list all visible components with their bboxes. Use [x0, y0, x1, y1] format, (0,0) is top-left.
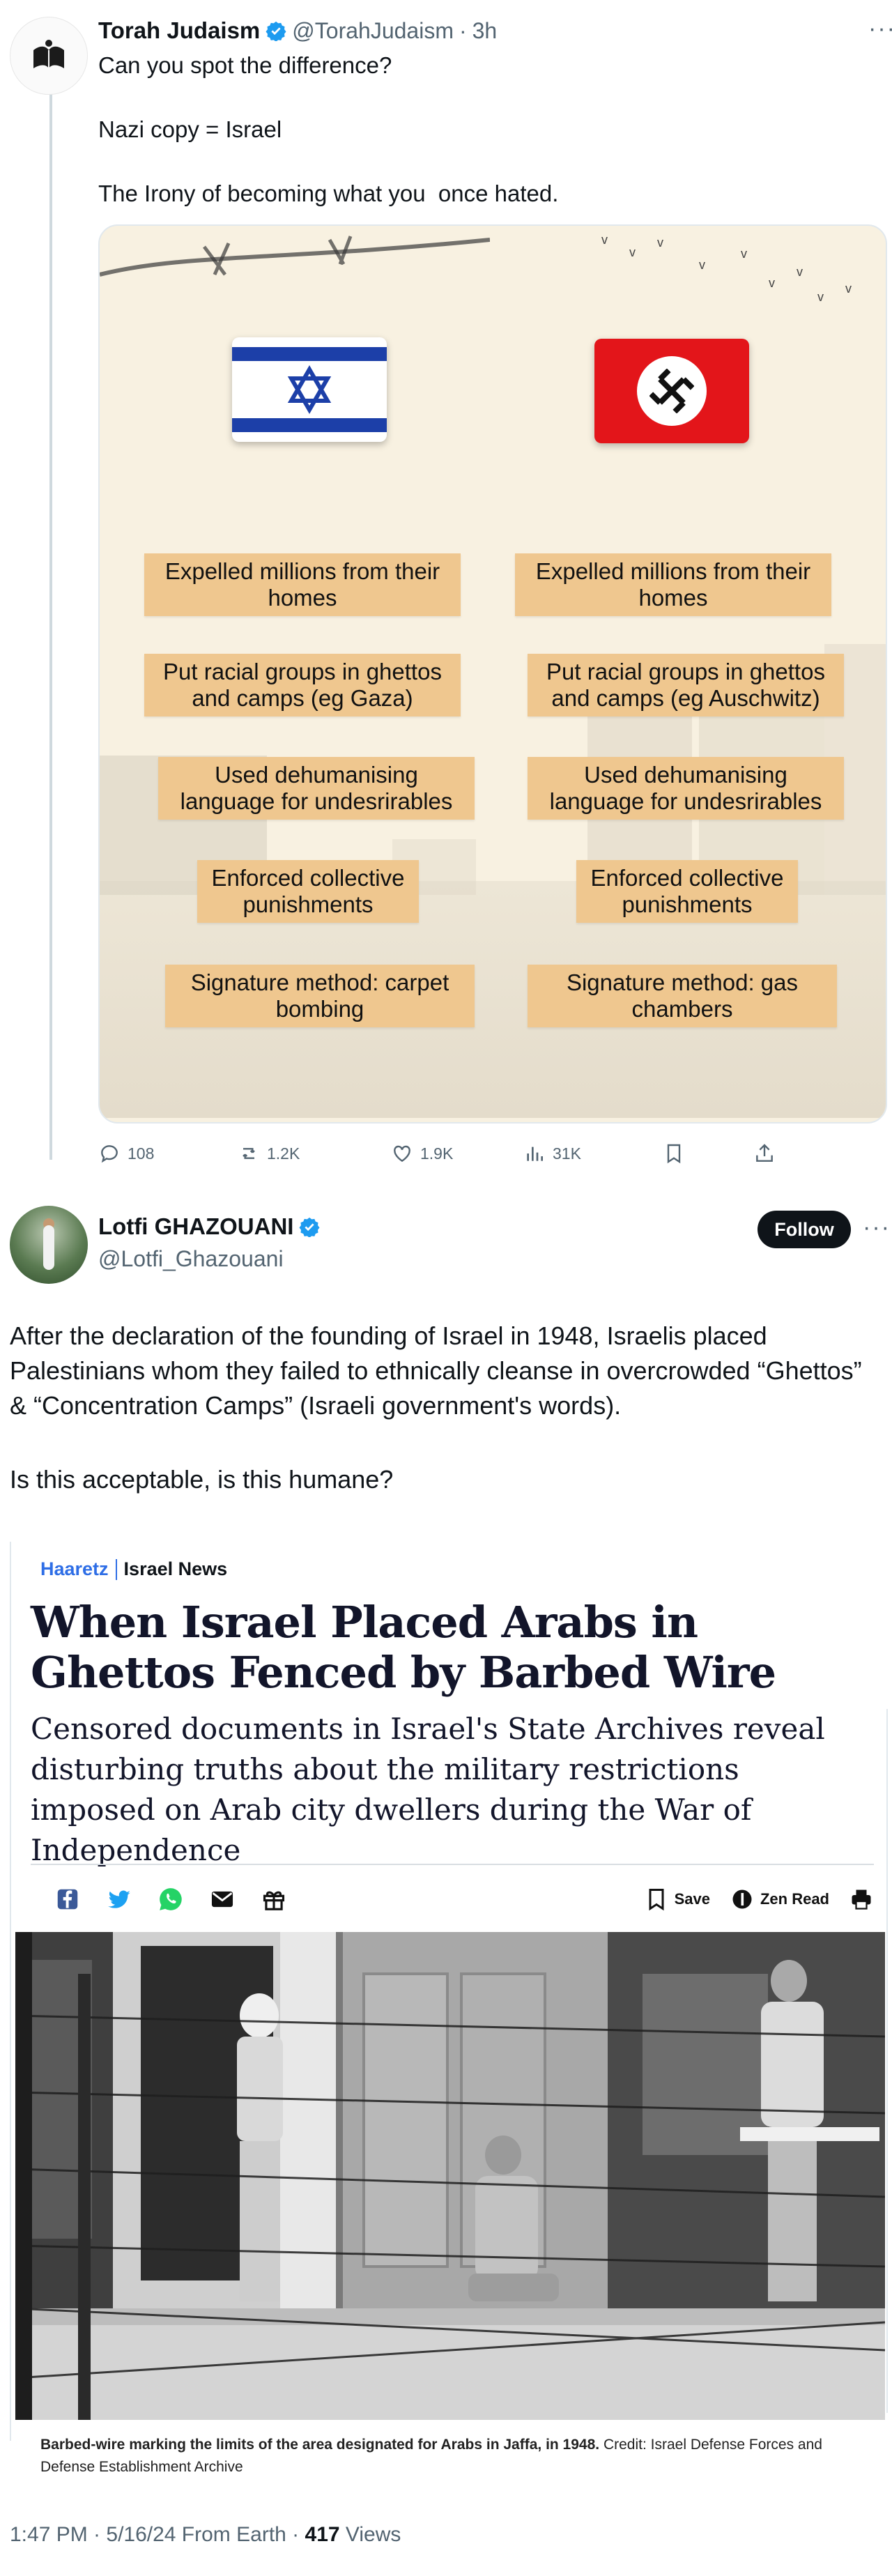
- like-button[interactable]: 1.9K: [391, 1142, 523, 1165]
- repost-count: 1.2K: [267, 1144, 300, 1163]
- follow-button[interactable]: Follow: [758, 1211, 851, 1248]
- comparison-item-right: Put racial groups in ghettos and camps (…: [528, 654, 844, 716]
- author-handle[interactable]: @Lotfi_Ghazouani: [98, 1246, 284, 1272]
- repost-button[interactable]: 1.2K: [238, 1142, 391, 1165]
- quoted-tweet-header: Torah Judaism @TorahJudaism · 3h: [98, 17, 497, 45]
- comparison-item-left: Expelled millions from their homes: [144, 553, 461, 616]
- verified-badge-icon: [266, 21, 286, 41]
- article-toolbar: Save Zen Read: [31, 1875, 874, 1924]
- zen-read-button[interactable]: Zen Read: [730, 1887, 829, 1912]
- bookmark-button[interactable]: [663, 1142, 753, 1165]
- reply-icon: [101, 1145, 118, 1163]
- zen-read-label: Zen Read: [760, 1890, 829, 1908]
- comparison-item-right: Enforced collective punishments: [576, 860, 798, 923]
- tweet-text-line: Nazi copy = Israel: [98, 116, 282, 142]
- comparison-item-right: Signature method: gas chambers: [528, 965, 837, 1027]
- breadcrumb: Haaretz Israel News: [40, 1558, 227, 1580]
- avatar[interactable]: [10, 17, 88, 95]
- article-title: When Israel Placed Arabs in Ghettos Fenc…: [31, 1597, 776, 1698]
- caption-text: Barbed-wire marking the limits of the ar…: [40, 2437, 600, 2453]
- comparison-item-left: Used dehumanising language for undesrira…: [158, 757, 475, 820]
- star-of-david-icon: [287, 365, 332, 414]
- gift-icon: [263, 1891, 285, 1910]
- tweet-time[interactable]: 3h: [472, 18, 498, 44]
- tweet-text-line: Can you spot the difference?: [98, 52, 392, 78]
- source-name: Haaretz: [40, 1558, 109, 1579]
- comparison-infographic[interactable]: v v v v v v v v v Expelled millions from…: [98, 224, 887, 1124]
- views-button[interactable]: 31K: [523, 1142, 663, 1165]
- jaffa-1948-photo: [15, 1932, 885, 2420]
- article-subtitle: Censored documents in Israel's State Arc…: [31, 1712, 825, 1867]
- reply-count: 108: [128, 1144, 155, 1163]
- views-count: 417: [305, 2523, 340, 2546]
- timestamp[interactable]: 1:47 PM · 5/16/24 From Earth ·: [10, 2523, 299, 2546]
- comparison-item-right: Used dehumanising language for undesrira…: [528, 757, 844, 820]
- save-label: Save: [674, 1890, 710, 1908]
- author-name[interactable]: Lotfi GHAZOUANI: [98, 1213, 293, 1240]
- email-icon: [211, 1891, 233, 1908]
- tweet-body: Is this acceptable, is this humane?: [10, 1465, 394, 1494]
- avatar[interactable]: [10, 1206, 88, 1284]
- thread-line: [49, 86, 52, 1160]
- author-handle[interactable]: @TorahJudaism: [292, 18, 454, 44]
- whatsapp-icon: [160, 1888, 182, 1910]
- print-icon: [852, 1889, 871, 1910]
- comparison-item-right: Expelled millions from their homes: [515, 553, 831, 616]
- tweet-meta: 1:47 PM · 5/16/24 From Earth · 417 Views: [10, 2523, 401, 2547]
- heart-icon: [394, 1145, 410, 1163]
- tweet-actions-bar: 108 1.2K 1.9K 31K: [98, 1136, 887, 1171]
- more-options-icon[interactable]: ···: [863, 1214, 891, 1241]
- reply-button[interactable]: 108: [98, 1142, 238, 1165]
- share-icon: [756, 1144, 773, 1162]
- bookmark-icon: [667, 1144, 681, 1164]
- save-button[interactable]: Save: [644, 1887, 710, 1912]
- facebook-icon: [57, 1889, 78, 1910]
- comparison-item-left: Signature method: carpet bombing: [165, 965, 475, 1027]
- zen-read-icon: [732, 1889, 752, 1909]
- author-name[interactable]: Torah Judaism: [98, 17, 260, 44]
- separator-dot: ·: [459, 17, 467, 43]
- bookmark-icon: [649, 1889, 664, 1911]
- more-options-icon[interactable]: ···: [868, 15, 892, 43]
- print-button[interactable]: [849, 1887, 874, 1912]
- analytics-icon: [527, 1147, 543, 1161]
- israel-flag: [232, 337, 387, 442]
- swastika-icon: [649, 369, 694, 413]
- tweet-body: After the declaration of the founding of…: [10, 1321, 869, 1420]
- comparison-item-left: Enforced collective punishments: [197, 860, 419, 923]
- like-count: 1.9K: [420, 1144, 454, 1163]
- view-count: 31K: [553, 1144, 581, 1163]
- twitter-icon: [108, 1890, 130, 1908]
- share-button[interactable]: [753, 1142, 776, 1165]
- photo-caption: Barbed-wire marking the limits of the ar…: [40, 2434, 863, 2478]
- article-photo[interactable]: [15, 1932, 885, 2420]
- repost-icon: [243, 1148, 255, 1159]
- nazi-flag: [594, 339, 749, 443]
- main-tweet-header: Lotfi GHAZOUANI: [98, 1213, 320, 1241]
- book-icon: [33, 40, 64, 68]
- comparison-item-left: Put racial groups in ghettos and camps (…: [144, 654, 461, 716]
- tweet-text-line: The Irony of becoming what you once hate…: [98, 181, 559, 206]
- barbed-wire-graphic: [100, 236, 490, 277]
- divider: [31, 1864, 874, 1865]
- views-label: Views: [345, 2523, 401, 2546]
- verified-badge-icon: [299, 1217, 320, 1237]
- section-name: Israel News: [123, 1558, 228, 1579]
- article-screenshot[interactable]: Haaretz Israel News When Israel Placed A…: [10, 1542, 888, 2476]
